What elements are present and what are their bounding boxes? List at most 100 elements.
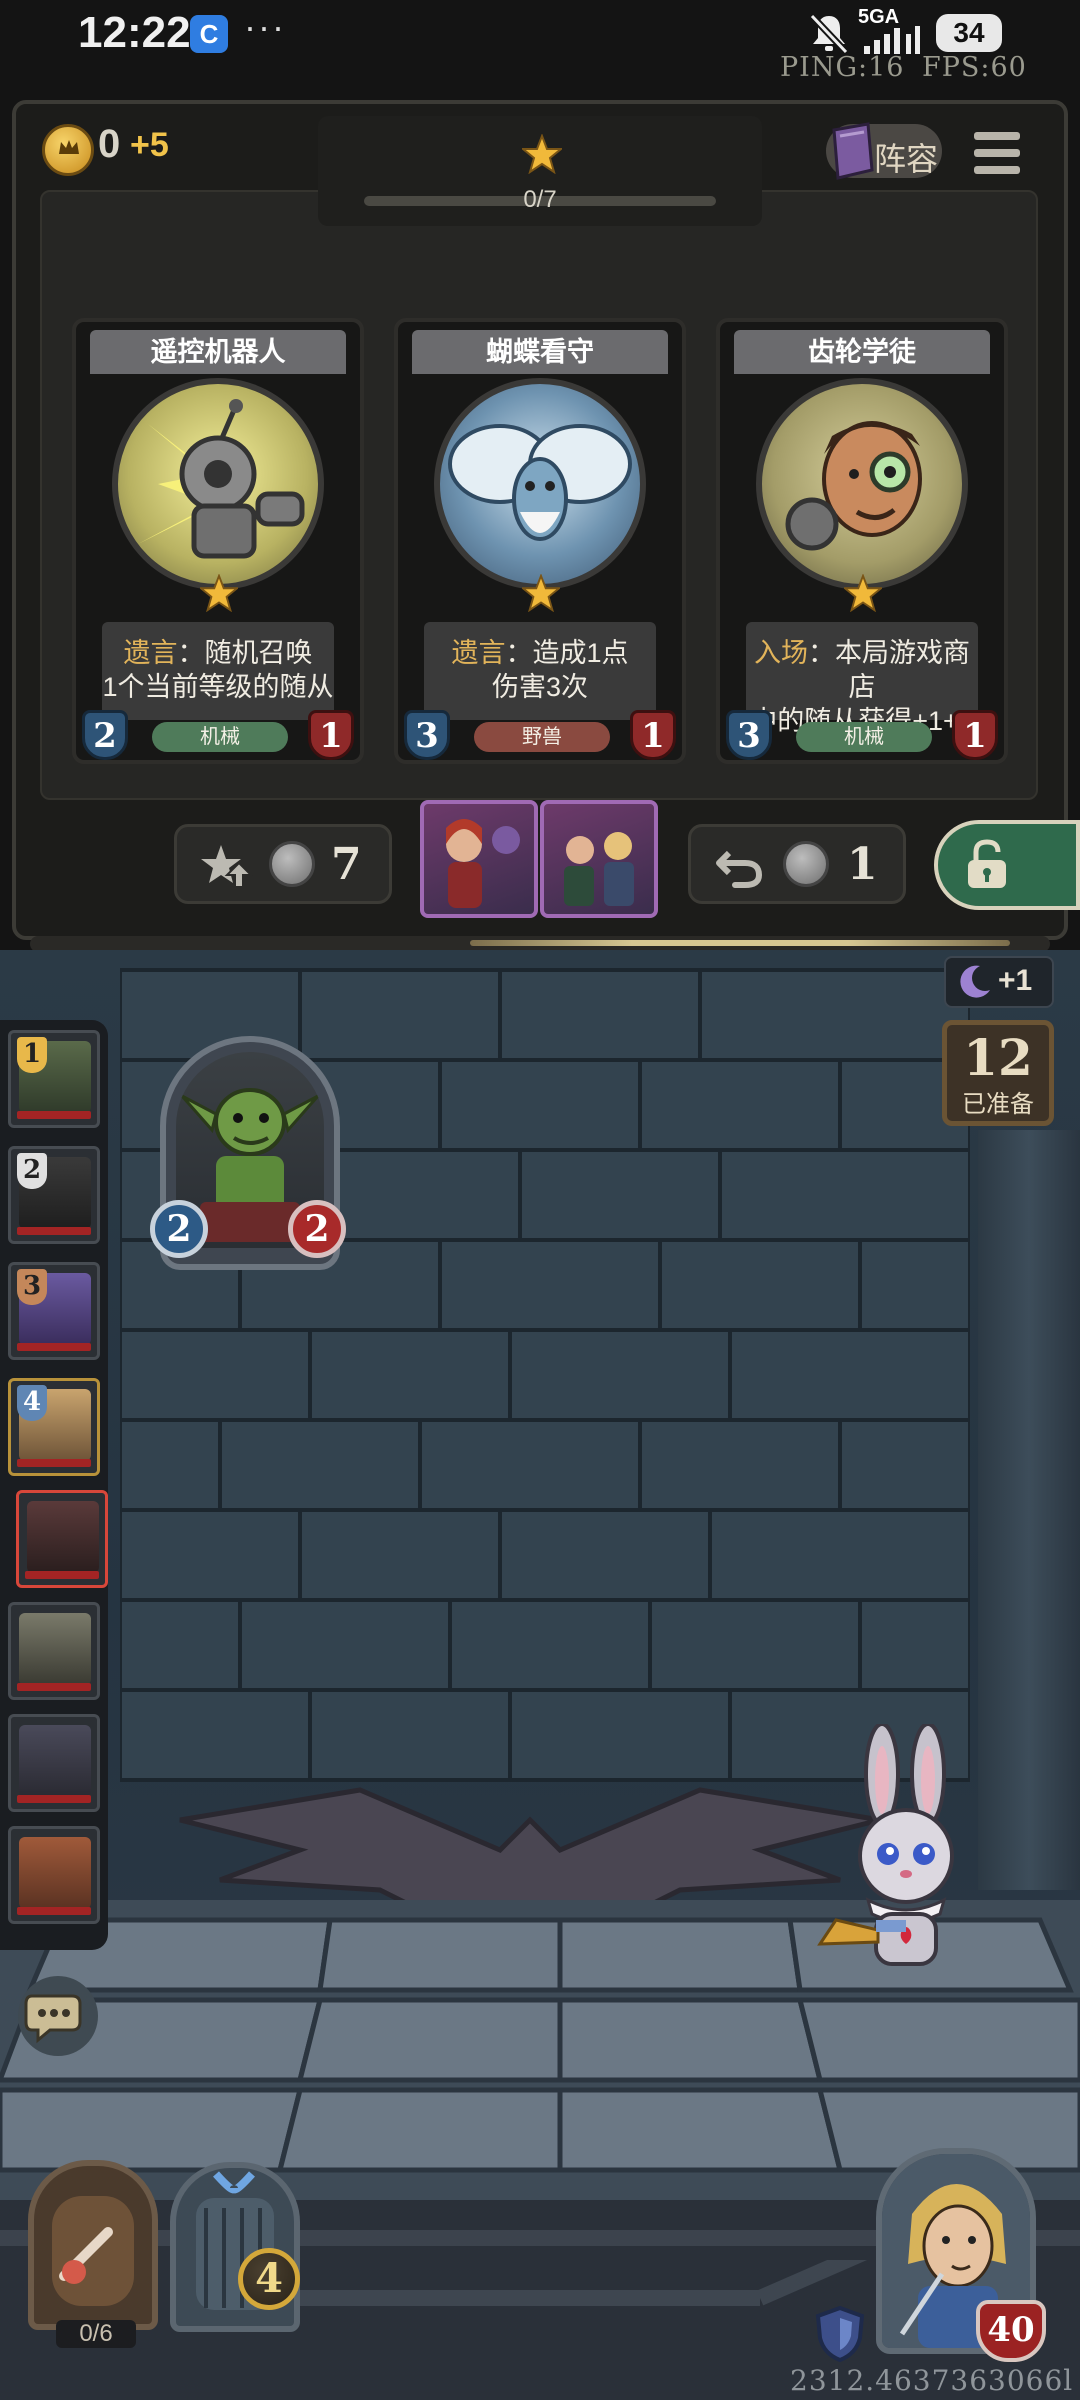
crown-icon [59,140,79,154]
rank-badge: 1 [17,1037,47,1073]
player-avatar [27,1501,99,1573]
roster-player-8[interactable] [8,1826,100,1924]
card-attack: 3 [404,710,450,760]
card-name: 齿轮学徒 [734,330,990,374]
card-description: 入场：本局游戏商店 中的随从获得+1+1 [746,622,978,736]
character-group-icon [564,832,634,906]
player-id: 2312.4637363066l [790,2364,1074,2397]
roster-player-7[interactable] [8,1714,100,1812]
health-bar [17,1343,91,1351]
card-health: 1 [952,710,998,760]
rank-badge: 2 [17,1153,47,1189]
coin-icon [783,841,829,887]
clock: 12:22 [78,8,191,57]
discard-pile[interactable] [28,2160,158,2330]
unlock-icon [968,839,1006,888]
hero-health: 40 [976,2300,1046,2362]
card-keyword: 遗言 [123,638,178,668]
card-tribe-tag: 机械 [152,722,288,752]
roster-player-2[interactable]: 2 [8,1146,100,1244]
roster-player-1[interactable]: 1 [8,1030,100,1128]
robot-portrait [112,378,324,590]
minion-health: 2 [288,1200,346,1258]
upgrade-star-icon [201,845,253,888]
health-bar [17,1227,91,1235]
card-text-line1: ：随机召唤 [177,638,313,668]
shop-card-gear-apprentice[interactable]: 齿轮学徒 入场：本局游戏商店 中的随从获得+1+1 3 机械 1 [716,318,1008,764]
card-tribe-tag: 机械 [796,722,932,752]
moon-bonus-value: +1 [998,964,1033,997]
health-bar [17,1907,91,1915]
rank-badge: 3 [17,1269,47,1305]
reserve-card-1[interactable] [420,800,538,918]
card-text-line2: 伤害3次 [491,672,589,702]
butterfly-portrait [434,378,646,590]
health-bar [17,1459,91,1467]
card-text-line2: 1个当前等级的随从 [102,672,334,702]
star-icon [522,574,560,612]
fps-readout: FPS:60 [922,52,1027,83]
app-notification-icon: C [190,15,228,53]
roster-player-self[interactable] [16,1490,108,1588]
player-avatar [19,1725,91,1797]
roster-player-3[interactable]: 3 [8,1262,100,1360]
reserve-card-2[interactable] [540,800,658,918]
tier-progress-text: 0/7 [523,186,557,213]
star-icon [844,574,882,612]
card-name: 遥控机器人 [90,330,346,374]
more-notifications-icon: ··· [244,6,286,47]
roster-player-4[interactable]: 4 [8,1378,100,1476]
player-avatar [19,1837,91,1909]
gift-coin-count: 4 [238,2248,300,2310]
upgrade-cost: 7 [331,839,362,890]
health-bar [17,1683,91,1691]
card-attack: 3 [726,710,772,760]
robot-icon [138,399,305,559]
apprentice-portrait [756,378,968,590]
card-text-line1: ：本局游戏商店 [808,638,970,702]
ping-readout: PING:16 [780,52,905,83]
book-icon [832,122,874,180]
ready-count: 12 [963,1028,1033,1087]
card-tribe-tag: 野兽 [474,722,610,752]
menu-icon[interactable] [968,124,1026,182]
character-portrait-icon [446,819,520,908]
bunny-mascot[interactable] [816,1724,996,1984]
chat-button[interactable] [18,1976,98,2056]
coin-icon [269,841,315,887]
signal-icon [864,26,920,54]
health-bar [17,1111,91,1119]
apprentice-icon [785,421,922,551]
card-description: 遗言：随机召唤 1个当前等级的随从 [102,622,334,720]
chat-icon [24,1994,82,2044]
shop-card-remote-robot[interactable]: 遥控机器人 遗言：随机召唤 1个当前等级的随从 2 机械 1 [72,318,364,764]
health-bar [17,1795,91,1803]
card-description: 遗言：造成1点 伤害3次 [424,622,656,720]
refresh-cost: 1 [847,839,878,890]
roster-player-6[interactable] [8,1602,100,1700]
refresh-button[interactable]: 1 [688,824,906,904]
armor-shield-icon [815,2305,865,2363]
health-bar [25,1571,99,1579]
card-keyword: 入场 [754,638,808,668]
star-icon [522,134,562,174]
mute-icon [809,13,849,55]
upgrade-tier-button[interactable]: 7 [174,824,392,904]
card-attack: 2 [82,710,128,760]
divider-glow [470,940,1010,946]
ready-label: 已准备 [962,1091,1034,1118]
butterfly-icon [448,424,632,541]
card-name: 蝴蝶看守 [412,330,668,374]
shop-card-butterfly-warden[interactable]: 蝴蝶看守 遗言：造成1点 伤害3次 3 野兽 1 [394,318,686,764]
gold-income: +5 [130,126,169,164]
status-bar: 12:22 C ··· 5GA 34 PING:16 FPS:60 [0,0,1080,83]
moon-icon [960,965,990,998]
battery-icon: 34 [936,14,1002,52]
gold-amount: 0 [98,122,121,166]
rank-badge: 4 [17,1385,47,1421]
refresh-icon [716,850,763,888]
discard-count: 0/6 [56,2320,136,2348]
lineup-label: 阵容 [874,141,939,177]
card-health: 1 [308,710,354,760]
minion-attack: 2 [150,1200,208,1258]
